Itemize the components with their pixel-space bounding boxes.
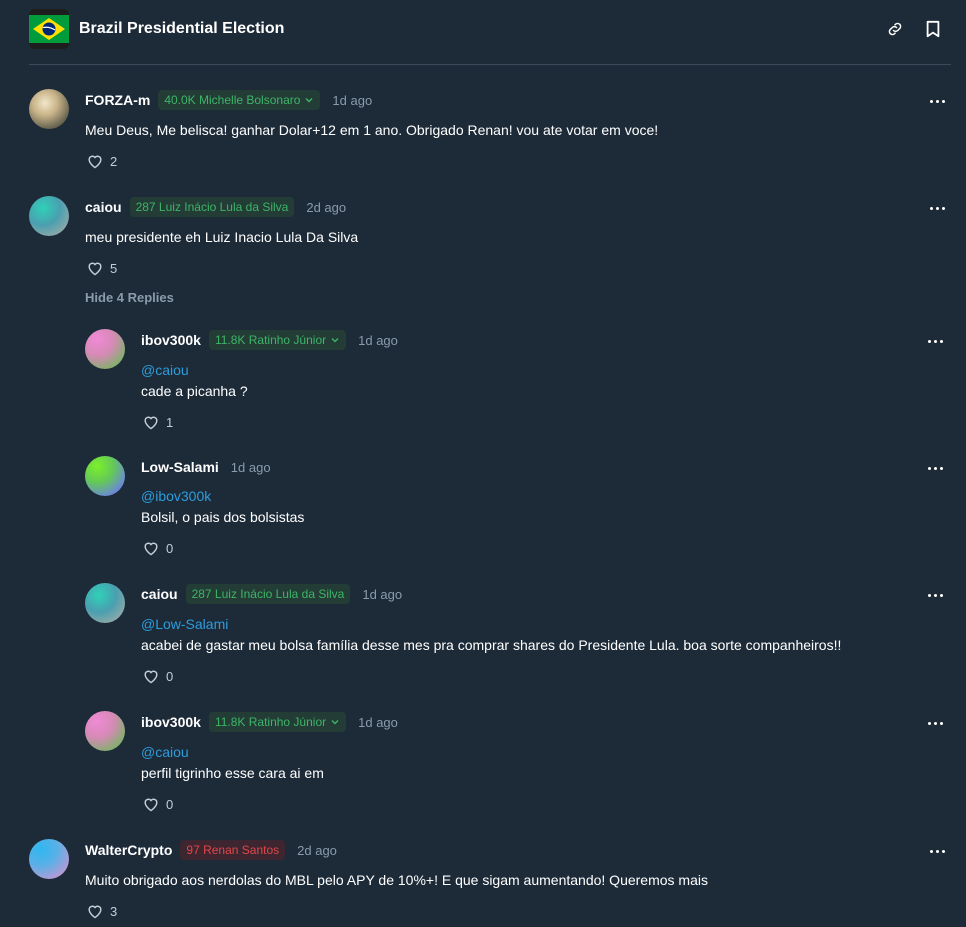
position-badge[interactable]: 287 Luiz Inácio Lula da Silva — [129, 197, 295, 217]
like-button[interactable]: 3 — [86, 903, 117, 919]
avatar[interactable] — [29, 89, 69, 129]
more-options-icon[interactable] — [927, 845, 947, 857]
like-button[interactable]: 1 — [142, 414, 173, 430]
avatar[interactable] — [85, 583, 125, 623]
username[interactable]: ibov300k — [141, 714, 201, 730]
like-button[interactable]: 5 — [86, 260, 117, 276]
position-badge[interactable]: 97 Renan Santos — [180, 840, 286, 860]
position-badge-label: 11.8K Ratinho Júnior — [214, 333, 327, 347]
more-options-icon[interactable] — [925, 462, 945, 474]
like-button[interactable]: 2 — [86, 153, 117, 169]
heart-icon — [88, 905, 102, 919]
comment-text: meu presidente eh Luiz Inacio Lula Da Si… — [85, 229, 359, 245]
timestamp: 1d ago — [362, 586, 403, 602]
heart-icon — [88, 155, 102, 169]
avatar[interactable] — [85, 456, 125, 496]
page-title: Brazil Presidential Election — [79, 20, 285, 37]
comment-text: Meu Deus, Me belisca! ganhar Dolar+12 em… — [85, 122, 659, 138]
avatar[interactable] — [29, 839, 69, 879]
like-button[interactable]: 0 — [142, 668, 173, 684]
username[interactable]: ibov300k — [141, 332, 201, 348]
position-badge[interactable]: 287 Luiz Inácio Lula da Silva — [185, 584, 351, 604]
position-badge-label: 97 Renan Santos — [186, 843, 280, 857]
like-count: 0 — [166, 668, 174, 684]
like-button[interactable]: 0 — [142, 796, 173, 812]
like-button[interactable]: 0 — [142, 540, 173, 556]
more-options-icon[interactable] — [925, 335, 945, 347]
username[interactable]: caiou — [141, 586, 178, 602]
like-count: 5 — [110, 260, 118, 276]
username[interactable]: Low-Salami — [141, 459, 219, 475]
mention-link[interactable]: @Low-Salami — [141, 616, 228, 632]
avatar[interactable] — [85, 711, 125, 751]
bookmark-icon[interactable] — [923, 19, 943, 39]
like-count: 0 — [166, 796, 174, 812]
avatar[interactable] — [29, 196, 69, 236]
like-count: 2 — [110, 153, 118, 169]
more-options-icon[interactable] — [927, 95, 947, 107]
timestamp: 2d ago — [297, 842, 337, 858]
username[interactable]: FORZA-m — [85, 92, 150, 108]
position-badge[interactable]: 11.8K Ratinho Júnior — [208, 712, 347, 732]
timestamp: 1d ago — [230, 459, 271, 475]
comment-text: perfil tigrinho esse cara ai em — [141, 765, 324, 781]
more-options-icon[interactable] — [925, 717, 945, 729]
position-badge[interactable]: 40.0K Michelle Bolsonaro — [158, 90, 321, 110]
like-count: 0 — [166, 540, 174, 556]
position-badge[interactable]: 11.8K Ratinho Júnior — [208, 330, 347, 350]
username[interactable]: caiou — [85, 199, 122, 215]
timestamp: 1d ago — [358, 714, 398, 730]
like-count: 3 — [110, 903, 118, 919]
mention-link[interactable]: @caiou — [141, 362, 189, 378]
heart-icon — [88, 262, 102, 276]
more-options-icon[interactable] — [925, 589, 945, 601]
position-badge-label: 287 Luiz Inácio Lula da Silva — [191, 587, 345, 601]
hide-replies-button[interactable]: Hide 4 Replies — [85, 290, 174, 305]
comment-text: cade a picanha ? — [141, 383, 248, 399]
link-icon[interactable] — [885, 19, 905, 39]
heart-icon — [144, 542, 158, 556]
brazil-flag-icon — [29, 9, 69, 49]
chevron-down-icon — [331, 720, 339, 725]
more-options-icon[interactable] — [927, 202, 947, 214]
comment-text: acabei de gastar meu bolsa família desse… — [141, 637, 842, 653]
chevron-down-icon — [331, 338, 339, 343]
mention-link[interactable]: @ibov300k — [141, 488, 211, 504]
timestamp: 2d ago — [306, 199, 347, 215]
heart-icon — [144, 798, 158, 812]
like-count: 1 — [166, 414, 174, 430]
market-header: Brazil Presidential Election — [29, 9, 951, 49]
timestamp: 1d ago — [332, 92, 373, 108]
avatar[interactable] — [85, 329, 125, 369]
heart-icon — [144, 416, 158, 430]
chevron-down-icon — [305, 98, 313, 103]
timestamp: 1d ago — [358, 332, 398, 348]
position-badge-label: 11.8K Ratinho Júnior — [214, 715, 327, 729]
position-badge-label: 40.0K Michelle Bolsonaro — [164, 93, 301, 107]
heart-icon — [144, 670, 158, 684]
comment-text: Muito obrigado aos nerdolas do MBL pelo … — [85, 872, 708, 888]
mention-link[interactable]: @caiou — [141, 744, 189, 760]
comment-text: Bolsil, o pais dos bolsistas — [141, 509, 305, 525]
header-divider — [29, 64, 951, 65]
position-badge-label: 287 Luiz Inácio Lula da Silva — [135, 200, 289, 214]
username[interactable]: WalterCrypto — [85, 842, 172, 858]
